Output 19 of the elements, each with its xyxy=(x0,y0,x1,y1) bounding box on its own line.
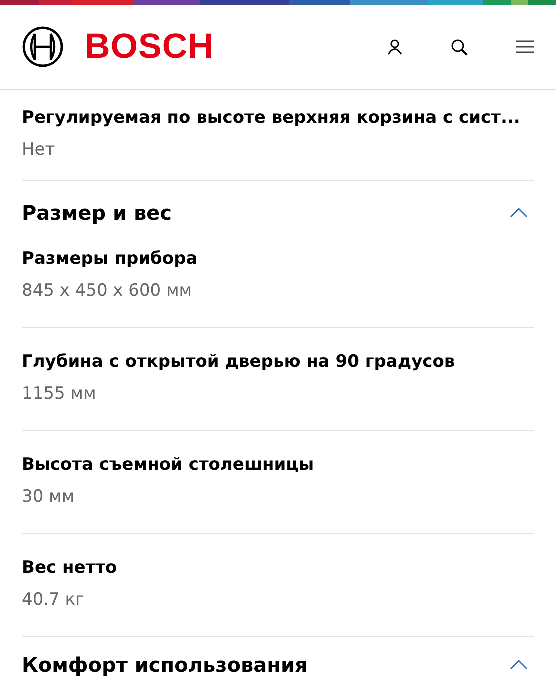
user-icon[interactable] xyxy=(387,39,403,55)
spec-label: Размеры прибора xyxy=(22,248,199,271)
spec-value: Нет xyxy=(22,139,56,162)
logo-icon[interactable] xyxy=(22,26,64,68)
chevron-up-icon[interactable] xyxy=(510,208,528,218)
spec-label: Глубина с открытой дверью на 90 градусов xyxy=(22,351,456,374)
search-icon[interactable] xyxy=(451,38,468,56)
section-title: Размер и вес xyxy=(22,201,172,225)
logo-text[interactable]: BOSCH xyxy=(85,27,214,67)
menu-icon[interactable] xyxy=(516,40,534,54)
spec-value: 845 x 450 x 600 мм xyxy=(22,280,194,303)
spec-value: 30 мм xyxy=(22,486,76,509)
chevron-up-icon[interactable] xyxy=(510,660,528,670)
spec-value: 40.7 кг xyxy=(22,589,86,612)
spec-label: Вес нетто xyxy=(22,557,118,580)
spec-label: Регулируемая по высоте верхняя корзина с сист... xyxy=(22,107,522,130)
spec-label: Высота съемной столешницы xyxy=(22,454,316,477)
spec-value: 1155 мм xyxy=(22,383,98,406)
section-title: Комфорт использования xyxy=(22,653,308,677)
